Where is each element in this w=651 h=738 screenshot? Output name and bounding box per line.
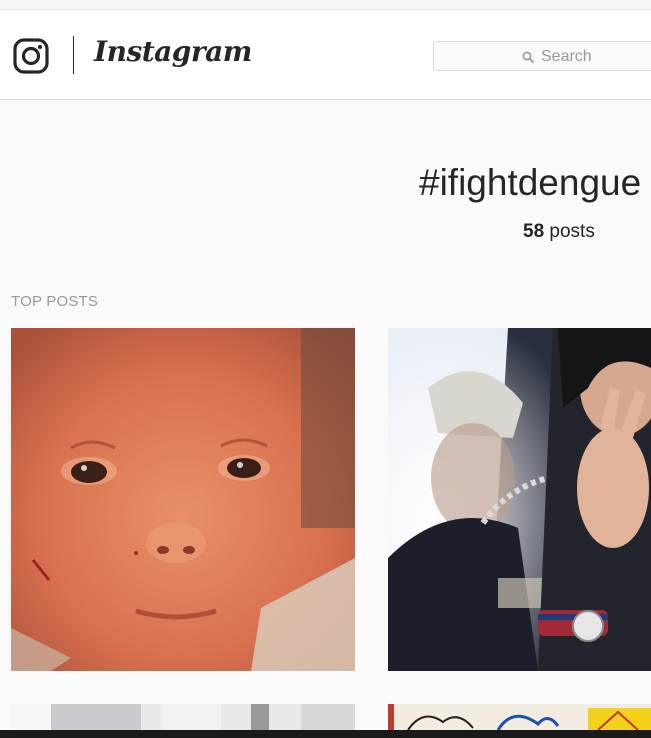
top-posts-heading: TOP POSTS (11, 293, 99, 310)
post-image (11, 704, 355, 730)
browser-top-edge (0, 0, 651, 10)
top-navbar: Instagram Search (0, 10, 651, 100)
post-count-number: 58 (523, 221, 545, 242)
post-image (388, 328, 651, 671)
instagram-camera-icon[interactable] (13, 38, 49, 74)
post-count: 58 posts (523, 221, 595, 243)
navbar-divider (73, 36, 74, 74)
search-icon (522, 51, 534, 63)
instagram-wordmark-logo[interactable]: Instagram (94, 35, 252, 68)
post-image (11, 328, 355, 671)
post-count-label: posts (549, 221, 595, 242)
hashtag-title: #ifightdengue (419, 162, 642, 203)
window-bottom-bar (0, 730, 651, 738)
post-image (388, 704, 651, 730)
search-placeholder: Search (541, 48, 592, 65)
top-post-tile[interactable] (388, 704, 651, 730)
top-post-tile[interactable] (11, 704, 355, 730)
top-post-tile[interactable] (11, 328, 355, 671)
search-input[interactable]: Search (433, 41, 651, 71)
top-post-tile[interactable] (388, 328, 651, 671)
